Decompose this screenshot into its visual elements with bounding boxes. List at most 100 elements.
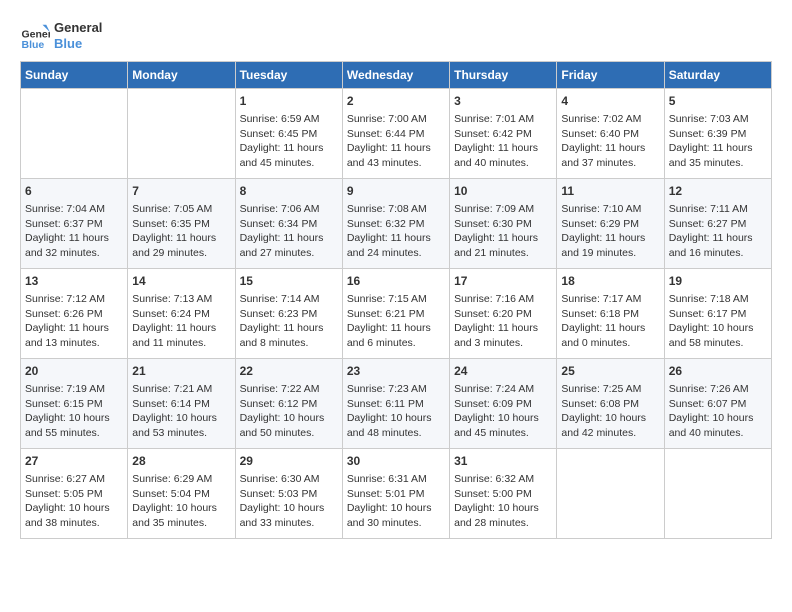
day-info: Sunset: 5:03 PM: [240, 487, 338, 502]
day-info: Sunset: 6:45 PM: [240, 127, 338, 142]
day-number: 1: [240, 93, 338, 110]
day-info: Daylight: 11 hours: [454, 231, 552, 246]
calendar-cell: 13Sunrise: 7:12 AMSunset: 6:26 PMDayligh…: [21, 269, 128, 359]
day-info: Sunrise: 6:29 AM: [132, 472, 230, 487]
day-number: 8: [240, 183, 338, 200]
calendar-cell: 5Sunrise: 7:03 AMSunset: 6:39 PMDaylight…: [664, 89, 771, 179]
day-info: Sunrise: 7:13 AM: [132, 292, 230, 307]
day-info: Daylight: 11 hours: [347, 321, 445, 336]
day-number: 17: [454, 273, 552, 290]
day-number: 15: [240, 273, 338, 290]
day-info: Sunset: 6:09 PM: [454, 397, 552, 412]
day-info: Daylight: 11 hours: [561, 231, 659, 246]
calendar-header-row: SundayMondayTuesdayWednesdayThursdayFrid…: [21, 62, 772, 89]
day-info: Daylight: 11 hours: [240, 141, 338, 156]
day-info: and 38 minutes.: [25, 516, 123, 531]
day-number: 12: [669, 183, 767, 200]
calendar-cell: 26Sunrise: 7:26 AMSunset: 6:07 PMDayligh…: [664, 359, 771, 449]
day-info: Sunset: 6:37 PM: [25, 217, 123, 232]
header-thursday: Thursday: [450, 62, 557, 89]
day-info: Sunset: 6:12 PM: [240, 397, 338, 412]
day-info: Daylight: 11 hours: [347, 231, 445, 246]
calendar-cell: 22Sunrise: 7:22 AMSunset: 6:12 PMDayligh…: [235, 359, 342, 449]
day-number: 18: [561, 273, 659, 290]
day-number: 7: [132, 183, 230, 200]
day-info: Daylight: 10 hours: [347, 501, 445, 516]
day-info: Daylight: 11 hours: [25, 321, 123, 336]
day-info: Sunrise: 6:27 AM: [25, 472, 123, 487]
header-monday: Monday: [128, 62, 235, 89]
day-info: Sunset: 6:23 PM: [240, 307, 338, 322]
day-info: and 50 minutes.: [240, 426, 338, 441]
day-info: Daylight: 11 hours: [669, 231, 767, 246]
day-info: Sunrise: 7:24 AM: [454, 382, 552, 397]
day-info: Sunset: 6:08 PM: [561, 397, 659, 412]
day-info: Sunset: 6:18 PM: [561, 307, 659, 322]
day-number: 14: [132, 273, 230, 290]
day-info: Sunset: 6:26 PM: [25, 307, 123, 322]
day-number: 16: [347, 273, 445, 290]
day-number: 27: [25, 453, 123, 470]
day-info: and 16 minutes.: [669, 246, 767, 261]
day-info: Sunrise: 7:03 AM: [669, 112, 767, 127]
day-info: Sunrise: 7:17 AM: [561, 292, 659, 307]
calendar-cell: 6Sunrise: 7:04 AMSunset: 6:37 PMDaylight…: [21, 179, 128, 269]
day-info: and 55 minutes.: [25, 426, 123, 441]
day-info: and 48 minutes.: [347, 426, 445, 441]
calendar-cell: 25Sunrise: 7:25 AMSunset: 6:08 PMDayligh…: [557, 359, 664, 449]
day-number: 24: [454, 363, 552, 380]
logo-blue: Blue: [54, 36, 102, 52]
day-info: Daylight: 10 hours: [669, 411, 767, 426]
calendar-cell: 16 Sunrise: 7:15 AMSunset: 6:21 PMDayligh…: [342, 269, 449, 359]
header-saturday: Saturday: [664, 62, 771, 89]
day-info: Daylight: 10 hours: [25, 411, 123, 426]
day-info: Sunrise: 6:30 AM: [240, 472, 338, 487]
header-friday: Friday: [557, 62, 664, 89]
day-number: 25: [561, 363, 659, 380]
calendar-cell: 2Sunrise: 7:00 AMSunset: 6:44 PMDaylight…: [342, 89, 449, 179]
page-header: General Blue General Blue: [20, 20, 772, 51]
day-number: 19: [669, 273, 767, 290]
logo-general: General: [54, 20, 102, 36]
day-info: Sunrise: 7:19 AM: [25, 382, 123, 397]
day-info: Daylight: 11 hours: [240, 321, 338, 336]
day-info: Sunrise: 7:04 AM: [25, 202, 123, 217]
day-info: Daylight: 11 hours: [561, 141, 659, 156]
day-info: Sunset: 5:01 PM: [347, 487, 445, 502]
day-info: Daylight: 11 hours: [132, 231, 230, 246]
day-info: Daylight: 10 hours: [240, 501, 338, 516]
day-number: 3: [454, 93, 552, 110]
day-info: and 45 minutes.: [240, 156, 338, 171]
day-info: and 3 minutes.: [454, 336, 552, 351]
day-info: Sunrise: 7:14 AM: [240, 292, 338, 307]
day-info: Sunrise: 7:08 AM: [347, 202, 445, 217]
day-info: Sunrise: 7:22 AM: [240, 382, 338, 397]
calendar-week-5: 27Sunrise: 6:27 AMSunset: 5:05 PMDayligh…: [21, 449, 772, 539]
day-number: 22: [240, 363, 338, 380]
day-info: Sunset: 5:05 PM: [25, 487, 123, 502]
day-info: and 6 minutes.: [347, 336, 445, 351]
day-info: Sunset: 6:32 PM: [347, 217, 445, 232]
svg-text:Blue: Blue: [22, 39, 45, 51]
day-info: Sunset: 6:30 PM: [454, 217, 552, 232]
day-info: and 45 minutes.: [454, 426, 552, 441]
day-info: Sunrise: 7:09 AM: [454, 202, 552, 217]
calendar-table: SundayMondayTuesdayWednesdayThursdayFrid…: [20, 61, 772, 539]
calendar-cell: 3Sunrise: 7:01 AMSunset: 6:42 PMDaylight…: [450, 89, 557, 179]
day-info: Daylight: 10 hours: [132, 411, 230, 426]
calendar-cell: [21, 89, 128, 179]
day-info: Sunset: 6:21 PM: [347, 307, 445, 322]
calendar-week-1: 1Sunrise: 6:59 AMSunset: 6:45 PMDaylight…: [21, 89, 772, 179]
day-info: Daylight: 11 hours: [561, 321, 659, 336]
day-info: Sunrise: 7:11 AM: [669, 202, 767, 217]
day-info: and 13 minutes.: [25, 336, 123, 351]
calendar-cell: 7Sunrise: 7:05 AMSunset: 6:35 PMDaylight…: [128, 179, 235, 269]
day-info: Daylight: 11 hours: [347, 141, 445, 156]
day-info: Sunset: 6:29 PM: [561, 217, 659, 232]
day-info: Daylight: 10 hours: [25, 501, 123, 516]
day-info: and 0 minutes.: [561, 336, 659, 351]
day-info: Sunrise: 7:15 AM: [347, 292, 445, 307]
day-number: 2: [347, 93, 445, 110]
day-info: and 33 minutes.: [240, 516, 338, 531]
day-number: 30: [347, 453, 445, 470]
